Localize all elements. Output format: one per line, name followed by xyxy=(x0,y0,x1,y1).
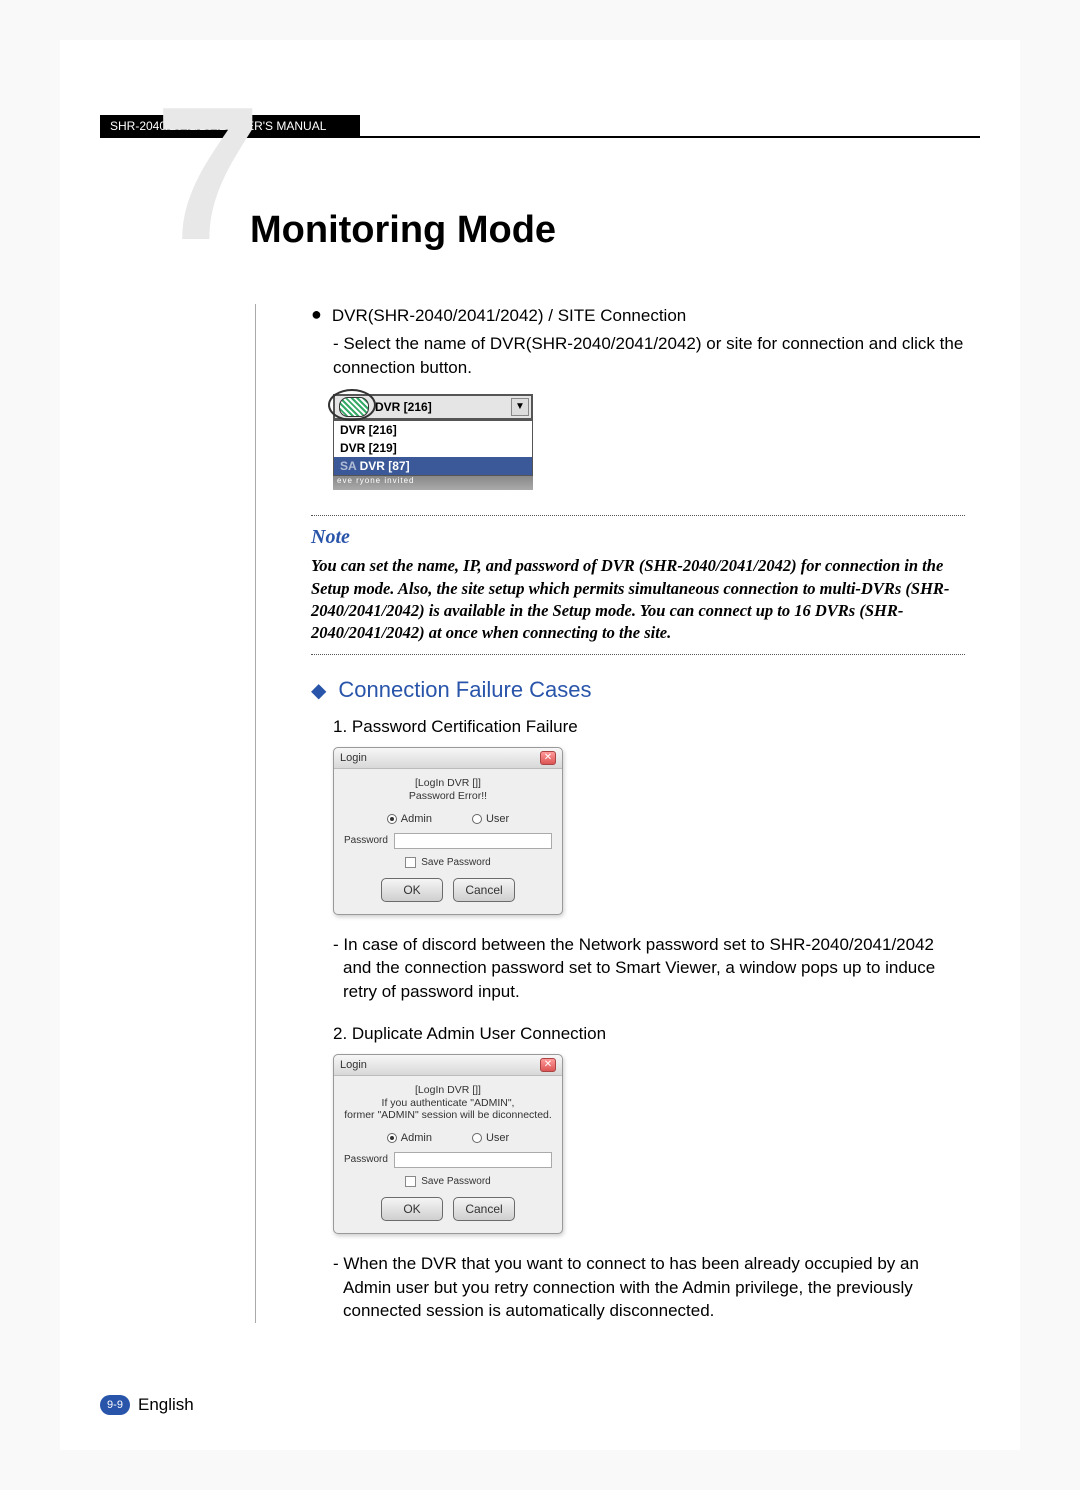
dialog-msg-line: [LogIn DVR []] xyxy=(344,1084,552,1097)
cancel-button[interactable]: Cancel xyxy=(453,1197,515,1221)
figure-strip: eve ryone invited xyxy=(333,476,533,490)
page-number-badge: 9-9 xyxy=(100,1395,130,1415)
dvr-dropdown-figure: DVR [216] ▼ DVR [216] DVR [219] SA DVR [… xyxy=(333,394,533,490)
radio-user[interactable]: User xyxy=(472,813,509,825)
divider xyxy=(311,654,965,655)
note-body: You can set the name, IP, and password o… xyxy=(311,555,965,644)
dvr-selected: DVR [216] xyxy=(373,400,509,414)
dialog-title: Login xyxy=(340,1059,367,1071)
save-password-label: Save Password xyxy=(421,1176,490,1187)
password-label: Password xyxy=(344,835,388,846)
dialog-msg-line: If you authenticate "ADMIN", xyxy=(344,1097,552,1110)
radio-label: Admin xyxy=(401,813,432,825)
chapter-number: 7 xyxy=(155,79,261,269)
checkbox-icon[interactable] xyxy=(405,1176,416,1187)
login-dialog: Login ✕ [LogIn DVR []] If you authentica… xyxy=(333,1054,563,1234)
case2-description: - When the DVR that you want to connect … xyxy=(333,1252,965,1323)
section-title: Connection Failure Cases xyxy=(338,677,591,703)
bullet-subtext: - Select the name of DVR(SHR-2040/2041/2… xyxy=(333,332,965,380)
radio-icon xyxy=(387,814,397,824)
radio-icon xyxy=(472,814,482,824)
note-heading: Note xyxy=(311,526,965,549)
ok-button[interactable]: OK xyxy=(381,878,443,902)
diamond-icon: ◆ xyxy=(311,678,326,703)
list-item[interactable]: DVR [219] xyxy=(334,439,532,457)
chapter-title: Monitoring Mode xyxy=(250,209,556,252)
dvr-dropdown[interactable]: DVR [216] ▼ xyxy=(333,394,533,420)
dvr-dropdown-list[interactable]: DVR [216] DVR [219] SA DVR [87] xyxy=(333,420,533,476)
radio-label: User xyxy=(486,1132,509,1144)
password-input[interactable] xyxy=(394,833,552,849)
radio-admin[interactable]: Admin xyxy=(387,813,432,825)
footer-language: English xyxy=(138,1395,194,1415)
case2-title: 2. Duplicate Admin User Connection xyxy=(333,1024,965,1044)
case1-title: 1. Password Certification Failure xyxy=(333,717,965,737)
password-label: Password xyxy=(344,1154,388,1165)
dvr-icon xyxy=(339,397,369,417)
bullet-icon: ● xyxy=(311,304,322,328)
radio-icon xyxy=(472,1133,482,1143)
password-input[interactable] xyxy=(394,1152,552,1168)
dialog-msg-line: Password Error!! xyxy=(344,790,552,803)
radio-label: Admin xyxy=(401,1132,432,1144)
case1-description: - In case of discord between the Network… xyxy=(333,933,965,1004)
list-item[interactable]: DVR [216] xyxy=(334,421,532,439)
radio-user[interactable]: User xyxy=(472,1132,509,1144)
cancel-button[interactable]: Cancel xyxy=(453,878,515,902)
dialog-title: Login xyxy=(340,752,367,764)
ok-button[interactable]: OK xyxy=(381,1197,443,1221)
checkbox-icon[interactable] xyxy=(405,857,416,868)
list-item[interactable]: SA DVR [87] xyxy=(334,457,532,475)
radio-label: User xyxy=(486,813,509,825)
save-password-label: Save Password xyxy=(421,857,490,868)
bullet-title: DVR(SHR-2040/2041/2042) / SITE Connectio… xyxy=(332,304,686,328)
radio-admin[interactable]: Admin xyxy=(387,1132,432,1144)
chevron-down-icon[interactable]: ▼ xyxy=(511,398,529,416)
list-item-label: DVR [87] xyxy=(360,459,410,473)
watermark-text: SA xyxy=(340,459,356,473)
divider xyxy=(311,515,965,516)
close-icon[interactable]: ✕ xyxy=(540,1058,556,1072)
dialog-msg-line: [LogIn DVR []] xyxy=(344,777,552,790)
login-dialog: Login ✕ [LogIn DVR []] Password Error!! … xyxy=(333,747,563,914)
dialog-msg-line: former "ADMIN" session will be diconnect… xyxy=(344,1109,552,1122)
close-icon[interactable]: ✕ xyxy=(540,751,556,765)
radio-icon xyxy=(387,1133,397,1143)
